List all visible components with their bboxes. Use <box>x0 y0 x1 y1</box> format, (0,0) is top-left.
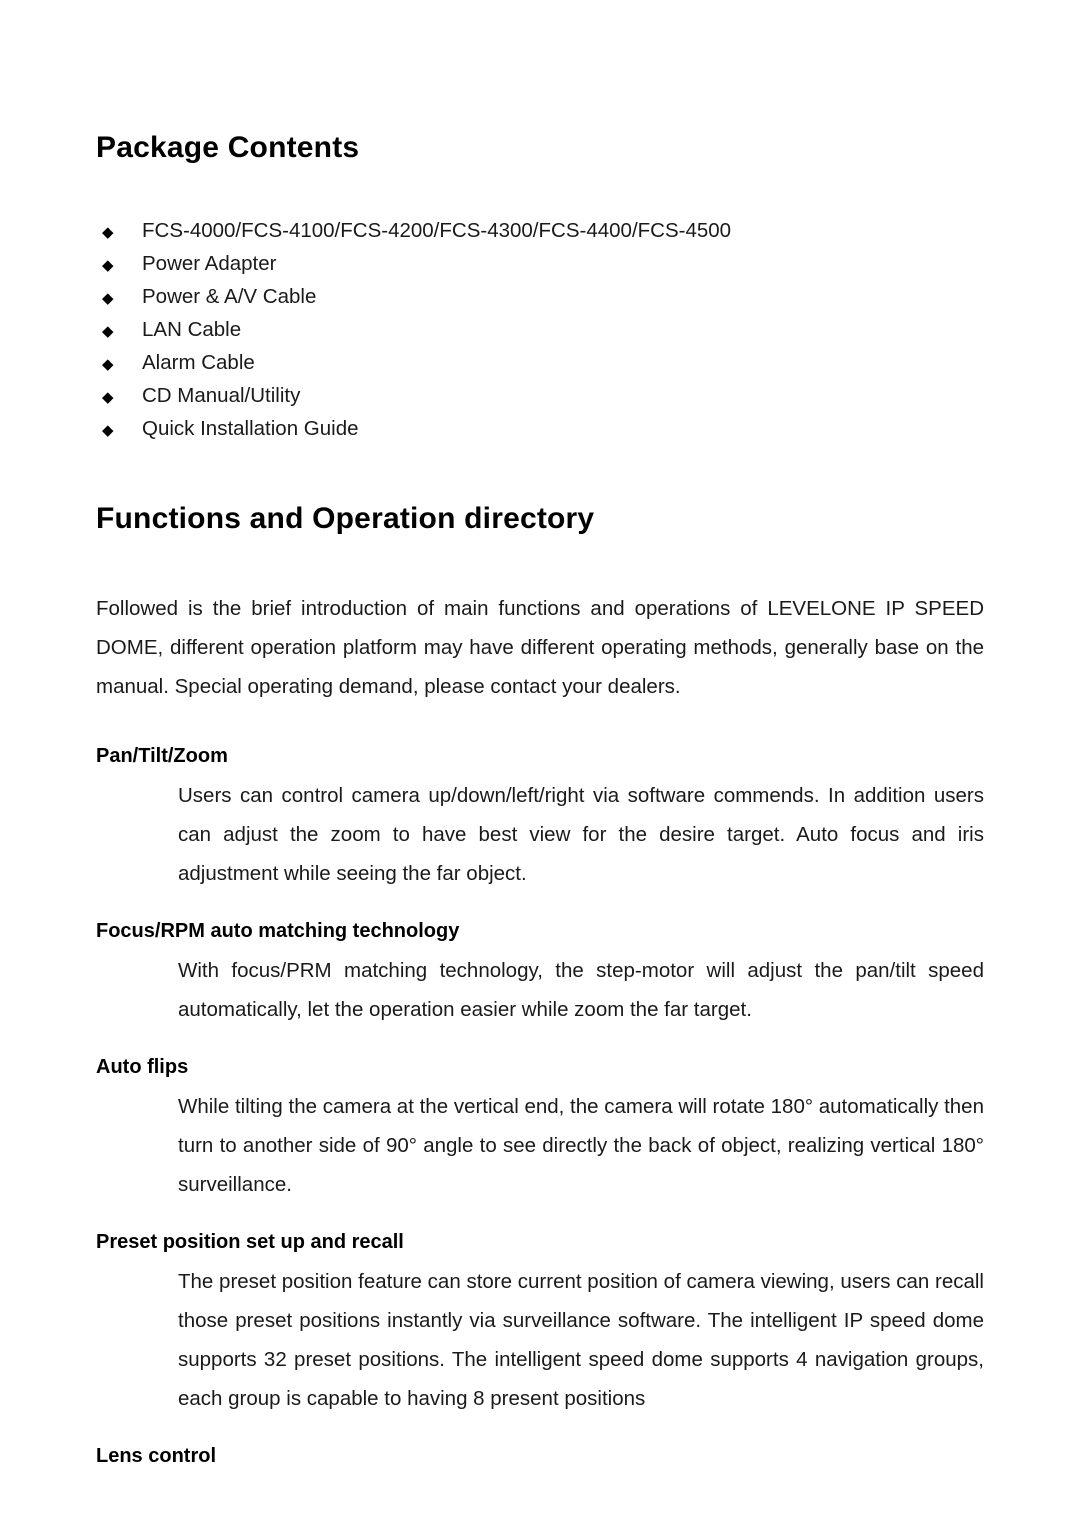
feature-body: While tilting the camera at the vertical… <box>178 1095 984 1196</box>
intro-paragraph: Followed is the brief introduction of ma… <box>96 597 984 698</box>
list-item-label: FCS-4000/FCS-4100/FCS-4200/FCS-4300/FCS-… <box>142 219 732 242</box>
list-item: ◆ Power Adapter <box>96 247 984 280</box>
feature-lens-control: Lens control <box>96 1440 984 1472</box>
list-item: ◆ FCS-4000/FCS-4100/FCS-4200/FCS-4300/FCS… <box>96 214 984 247</box>
document-page: Package Contents ◆ FCS-4000/FCS-4100/FCS-… <box>0 0 1080 1527</box>
diamond-bullet-icon: ◆ <box>102 389 114 406</box>
list-item-label: Power & A/V Cable <box>142 285 317 308</box>
diamond-bullet-icon: ◆ <box>102 224 114 241</box>
feature-body: The preset position feature can store cu… <box>178 1270 984 1410</box>
feature-auto-flips: Auto flips While tilting the camera at t… <box>96 1051 984 1204</box>
feature-preset-position: Preset position set up and recall The pr… <box>96 1226 984 1418</box>
feature-title: Pan/Tilt/Zoom <box>96 745 228 767</box>
page-title-package-contents: Package Contents <box>96 131 360 164</box>
feature-body: Users can control camera up/down/left/ri… <box>178 784 984 885</box>
diamond-bullet-icon: ◆ <box>102 290 114 307</box>
list-item-label: LAN Cable <box>142 318 242 341</box>
list-item-label: Quick Installation Guide <box>142 417 359 440</box>
diamond-bullet-icon: ◆ <box>102 257 114 274</box>
feature-title: Lens control <box>96 1445 217 1467</box>
diamond-bullet-icon: ◆ <box>102 323 114 340</box>
diamond-bullet-icon: ◆ <box>102 356 114 373</box>
feature-pan-tilt-zoom: Pan/Tilt/Zoom Users can control camera u… <box>96 740 984 893</box>
feature-title: Preset position set up and recall <box>96 1231 404 1253</box>
package-contents-list: ◆ FCS-4000/FCS-4100/FCS-4200/FCS-4300/FCS… <box>96 214 984 445</box>
feature-body: With focus/PRM matching technology, the … <box>178 959 984 1021</box>
list-item: ◆ CD Manual/Utility <box>96 379 984 412</box>
feature-focus-rpm-auto-matching: Focus/RPM auto matching technology With … <box>96 915 984 1029</box>
list-item: ◆ Power & A/V Cable <box>96 280 984 313</box>
list-item: ◆ Quick Installation Guide <box>96 412 984 445</box>
list-item: ◆ LAN Cable <box>96 313 984 346</box>
feature-title: Focus/RPM auto matching technology <box>96 920 460 942</box>
list-item: ◆ Alarm Cable <box>96 346 984 379</box>
list-item-label: CD Manual/Utility <box>142 384 301 407</box>
page-title-functions-directory: Functions and Operation directory <box>96 502 595 535</box>
list-item-label: Power Adapter <box>142 252 277 275</box>
diamond-bullet-icon: ◆ <box>102 422 114 439</box>
list-item-label: Alarm Cable <box>142 351 255 374</box>
feature-title: Auto flips <box>96 1056 189 1078</box>
